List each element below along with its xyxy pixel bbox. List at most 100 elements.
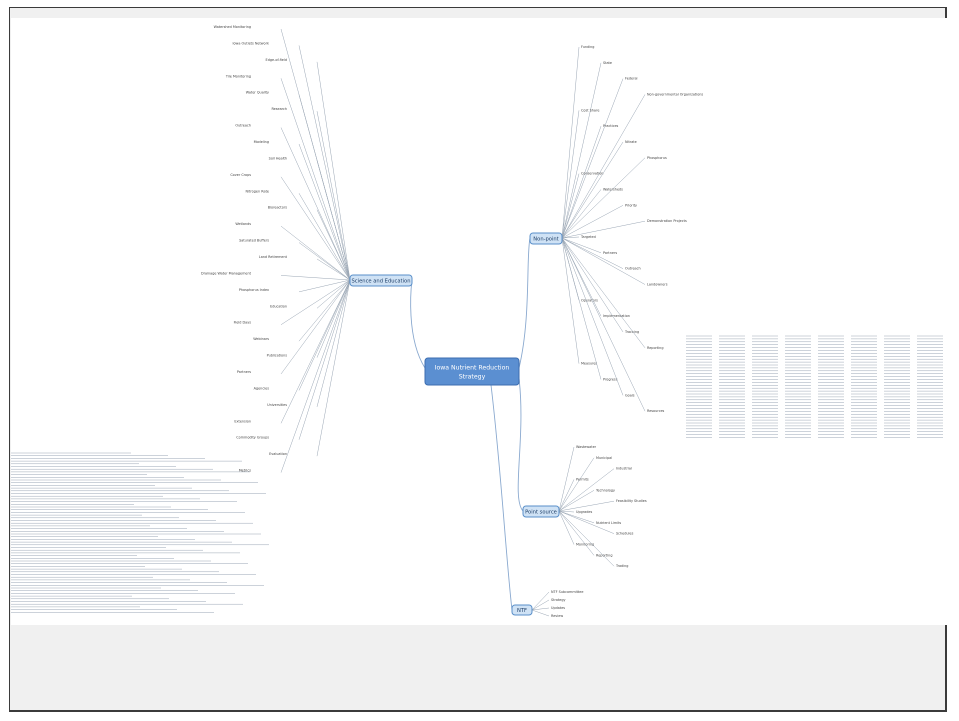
ntf-leaf-label: Review	[551, 614, 563, 618]
nonpoint-leaf-label: Cost Share	[581, 108, 599, 112]
nonpoint-leaf-label: Nitrate	[625, 140, 637, 144]
science-connector	[298, 279, 351, 342]
science-leaf-label: Commodity Groups	[236, 436, 269, 440]
nonpoint-leaf-label: Outreach	[625, 267, 641, 271]
nonpoint-connector	[561, 126, 602, 239]
science-leaf-label: Partners	[237, 370, 251, 374]
ntf-connector	[531, 591, 550, 611]
point-connector	[558, 510, 595, 556]
center-node-box[interactable]	[424, 357, 520, 386]
point-leaf-label: Industrial	[616, 467, 632, 471]
science-leaf-label: Evaluation	[269, 452, 287, 456]
science-connector	[280, 78, 351, 281]
nonpoint-leaf-label: Conservation	[581, 172, 603, 176]
science-leaf-label: Land Retirement	[259, 255, 288, 259]
nonpoint-leaf-label: Practices	[603, 124, 619, 128]
edge-center-point	[517, 377, 524, 512]
edge-center-nonpoint	[518, 237, 531, 369]
nonpoint-leaf-label: Funding	[581, 45, 594, 49]
nonpoint-connector	[561, 94, 646, 239]
nonpoint-leaf-label: Partners	[603, 251, 617, 255]
nonpoint-leaf-label: Landowners	[647, 283, 668, 287]
science-leaf-label: Nitrogen Rate	[246, 189, 269, 193]
nonpoint-connector	[561, 189, 602, 239]
edge-center-ntf	[490, 384, 513, 611]
science-connector	[316, 279, 351, 407]
ntf-leaf-label: Updates	[551, 606, 565, 610]
edge-center-science	[410, 279, 426, 369]
point-leaf-label: Municipal	[596, 456, 612, 460]
branch-ntf-label: NTF	[517, 608, 527, 614]
nonpoint-leaf-label: Implementation	[603, 314, 630, 318]
nonpoint-connector	[561, 62, 602, 239]
mind-map-canvas: Watershed Monitoring Iowa Outlets Network…	[11, 18, 949, 625]
leaves-layer: Watershed Monitoring Iowa Outlets Network…	[11, 25, 943, 618]
nonpoint-leaf-label: Progress	[603, 378, 618, 382]
nonpoint-connector	[561, 78, 624, 239]
science-leaf-label: Field Days	[234, 321, 252, 325]
science-connector	[280, 279, 351, 375]
science-leaf-label: Drainage Water Management	[201, 271, 252, 275]
science-leaf-label: Watershed Monitoring	[214, 25, 251, 29]
nonpoint-leaf-label: Tracking	[624, 330, 639, 334]
science-leaf-label: Education	[270, 304, 287, 308]
point-connector	[558, 457, 595, 512]
science-connector	[298, 45, 351, 281]
point-leaf-label: Technology	[595, 488, 615, 492]
nonpoint-connector	[561, 46, 580, 239]
science-connector	[298, 193, 351, 281]
science-connector	[280, 275, 351, 281]
science-connector	[280, 279, 351, 473]
science-leaf-label: Saturated Buffers	[239, 239, 269, 243]
science-connector	[316, 61, 351, 281]
center-node-title: Iowa Nutrient Reduction	[435, 365, 510, 372]
point-leaf-label: Monitoring	[576, 543, 594, 547]
science-connector	[280, 127, 351, 281]
center-node-subtitle: Strategy	[459, 374, 486, 381]
nonpoint-leaf-label: Targeted	[580, 235, 596, 239]
science-leaf-label: Outreach	[235, 124, 251, 128]
science-leaf-label: Phosphorus Index	[239, 288, 269, 292]
science-leaf-label: Modeling	[254, 140, 269, 144]
science-connector	[298, 143, 351, 281]
nonpoint-leaf-label: Priority	[625, 203, 637, 207]
nonpoint-leaf-label: Watersheds	[603, 188, 623, 192]
science-leaf-label: Edge-of-field	[266, 58, 287, 62]
point-leaf-label: Schedules	[616, 532, 634, 536]
science-connector	[280, 176, 351, 281]
science-leaf-label: Extension	[234, 419, 251, 423]
science-leaf-label: Soil Health	[269, 156, 287, 160]
point-connector	[558, 479, 575, 512]
nonpoint-connector	[561, 205, 624, 239]
science-leaf-label: Wetlands	[235, 222, 251, 226]
branch-nonpoint-label: Non-point	[533, 237, 558, 243]
science-leaf-label: Tile Monitoring	[225, 74, 251, 78]
nonpoint-connector	[561, 157, 646, 239]
science-connector	[280, 279, 351, 424]
point-leaf-label: Upgrades	[576, 510, 592, 514]
science-leaf-label: Agencies	[254, 386, 270, 390]
nonpoint-connector	[561, 237, 646, 285]
nonpoint-leaf-label: State	[603, 61, 612, 65]
science-connector	[316, 111, 351, 281]
science-connector	[298, 242, 351, 281]
nonpoint-leaf-label: Non-governmental Organizations	[647, 93, 703, 97]
science-leaf-label: Research	[271, 107, 287, 111]
ntf-leaf-label: NTF Subcommittee	[551, 590, 583, 594]
science-connector	[316, 279, 351, 358]
science-leaf-label: Webinars	[253, 337, 269, 341]
nonpoint-leaf-label: Goals	[625, 393, 635, 397]
point-leaf-label: Feasibility Studies	[616, 499, 647, 503]
nonpoint-leaf-label: Demonstration Projects	[647, 219, 687, 223]
science-leaf-label: Publications	[267, 354, 288, 358]
point-connector	[558, 510, 615, 567]
point-leaf-label: Wastewater	[576, 445, 597, 449]
science-leaf-label: Bioreactors	[268, 206, 287, 210]
point-leaf-label: Nutrient Limits	[596, 521, 621, 525]
nonpoint-connector	[561, 237, 602, 380]
science-leaf-label: Cover Crops	[230, 173, 251, 177]
nonpoint-leaf-label: Measures	[581, 362, 597, 366]
nonpoint-leaf-label: Resources	[647, 409, 665, 413]
edges-layer	[410, 237, 531, 611]
ntf-leaf-label: Strategy	[551, 598, 566, 602]
